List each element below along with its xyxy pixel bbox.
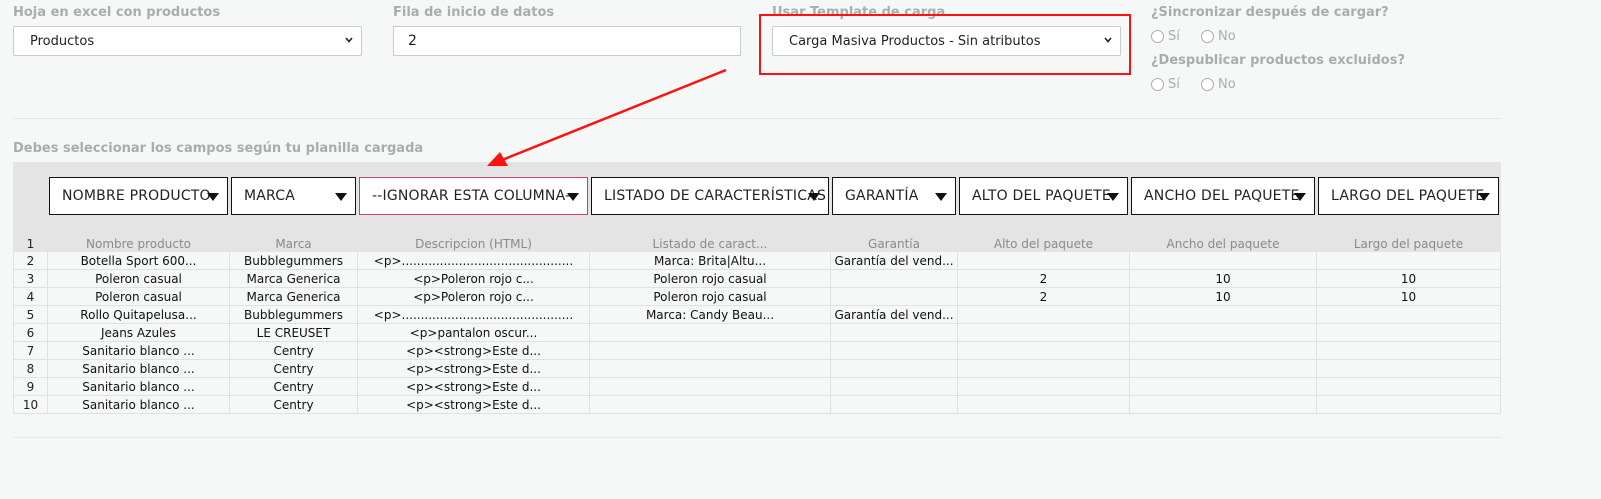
annotation-arrow (487, 68, 727, 166)
